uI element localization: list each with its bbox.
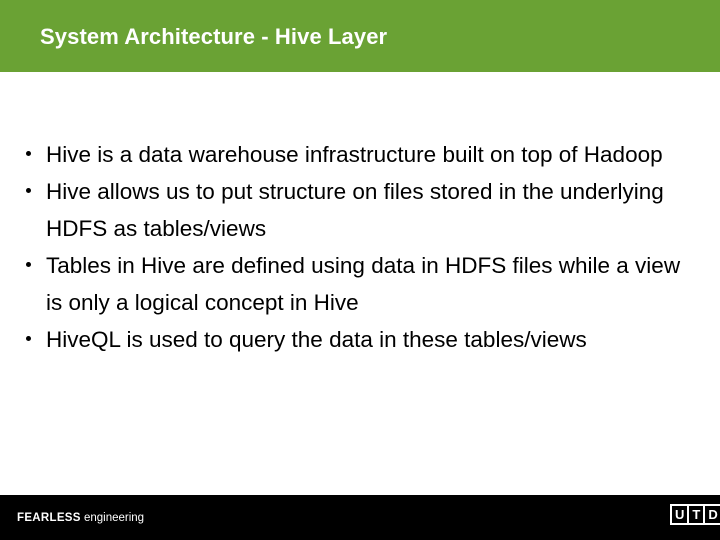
list-item: HiveQL is used to query the data in thes… bbox=[22, 321, 694, 358]
bullet-text: Hive is a data warehouse infrastructure … bbox=[46, 142, 663, 167]
bullet-dot-icon bbox=[26, 188, 31, 193]
bullet-text: Hive allows us to put structure on files… bbox=[46, 179, 664, 241]
list-item: Hive allows us to put structure on files… bbox=[22, 173, 694, 247]
bullet-dot-icon bbox=[26, 151, 31, 156]
utd-logo-letter-d: D bbox=[703, 506, 720, 523]
bullet-text: HiveQL is used to query the data in thes… bbox=[46, 327, 587, 352]
slide: System Architecture - Hive Layer Hive is… bbox=[0, 0, 720, 540]
bullet-text: Tables in Hive are defined using data in… bbox=[46, 253, 681, 315]
footer-brand: FEARLESS engineering bbox=[17, 511, 144, 525]
bullet-list: Hive is a data warehouse infrastructure … bbox=[22, 136, 694, 358]
slide-body: Hive is a data warehouse infrastructure … bbox=[0, 72, 720, 495]
footer-brand-bold: FEARLESS bbox=[17, 512, 81, 524]
footer-brand-regular: engineering bbox=[83, 512, 145, 524]
utd-logo-letter-t: T bbox=[687, 506, 703, 523]
utd-logo-letter-u: U bbox=[675, 507, 685, 522]
utd-logo: U T D bbox=[670, 504, 720, 525]
list-item: Hive is a data warehouse infrastructure … bbox=[22, 136, 694, 173]
bullet-dot-icon bbox=[26, 262, 31, 267]
slide-title: System Architecture - Hive Layer bbox=[40, 24, 388, 49]
bullet-dot-icon bbox=[26, 336, 31, 341]
list-item: Tables in Hive are defined using data in… bbox=[22, 247, 694, 321]
